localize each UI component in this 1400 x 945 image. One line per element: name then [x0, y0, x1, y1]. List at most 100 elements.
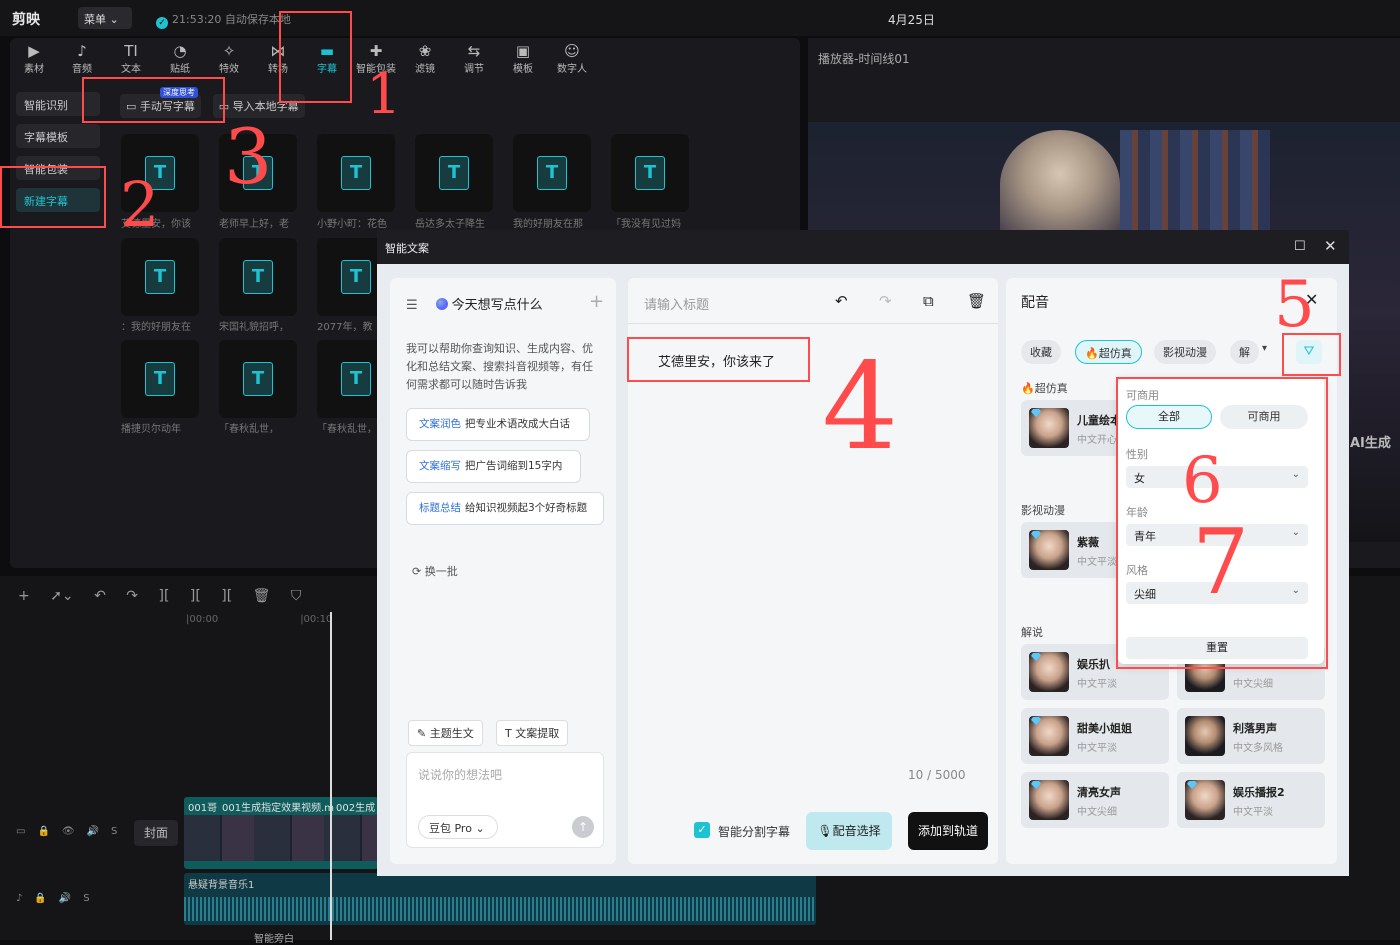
- topic-generate-chip[interactable]: ✎ 主题生文: [408, 720, 483, 746]
- voice-card[interactable]: 娱乐播报2 中文平淡: [1177, 772, 1325, 828]
- subtitle-thumb[interactable]: T: [611, 134, 689, 212]
- ai-intro-text: 我可以帮助你查询知识、生成内容、优化和总结文案、搜索抖音视频等，有任何需求都可以…: [406, 342, 593, 391]
- voice-card[interactable]: 清亮女声 中文尖细: [1021, 772, 1169, 828]
- ai-orb-icon: [435, 298, 448, 310]
- tool-audio[interactable]: ♪ 音频: [58, 42, 106, 75]
- thumb-label: 我的好朋友在那: [513, 219, 583, 230]
- main-toolbar: ▶ 素材 ♪ 音频 TI 文本 ◔ 贴纸 ✧ 特效 ⋈ 转场 ▬ 字幕 ✚ 智能包装 ❀ 滤镜 ⇆…: [10, 38, 800, 78]
- voice-tab-narration[interactable]: 解: [1230, 340, 1259, 364]
- subtitle-thumb[interactable]: T: [219, 238, 297, 316]
- voice-card[interactable]: 利落男声 中文多风格: [1177, 708, 1325, 764]
- refresh-suggestions-button[interactable]: ⟳ 换一批: [412, 563, 458, 579]
- tool-text[interactable]: TI 文本: [107, 42, 155, 75]
- thumb-label: 小野小町：花色: [317, 219, 387, 230]
- select-tool-icon[interactable]: ➚⌄: [50, 588, 73, 604]
- tts-clip-label: 智能旁白: [254, 934, 294, 945]
- preview-stained-glass: [1120, 130, 1270, 240]
- annotation-number: 2: [120, 168, 160, 241]
- send-button[interactable]: ↑: [572, 816, 594, 838]
- annotation-box-subtitle-tab: [279, 11, 352, 103]
- playhead[interactable]: [330, 612, 332, 940]
- voice-tab-hyperreal[interactable]: 🔥超仿真: [1075, 340, 1142, 364]
- filter-icon: ❀: [418, 42, 432, 60]
- annotation-box-script-text: [627, 337, 810, 382]
- subtitle-thumb[interactable]: T: [121, 238, 199, 316]
- timeline-toolbar: + ➚⌄ ↶ ↷ ][ ][ ][ 🗑 ⛉: [18, 588, 317, 604]
- add-to-track-button[interactable]: 添加到轨道: [908, 812, 988, 850]
- annotation-number: 4: [822, 338, 899, 477]
- time-ruler: |00:00 |00:10: [186, 614, 333, 625]
- tool-sticker[interactable]: ◔ 贴纸: [156, 42, 204, 75]
- voice-tab-film-anime[interactable]: 影视动漫: [1154, 340, 1216, 364]
- subtitle-thumb[interactable]: T: [121, 340, 199, 418]
- more-tabs-icon[interactable]: ▾: [1262, 343, 1267, 354]
- redo-icon[interactable]: ↷: [126, 588, 138, 604]
- clip-label: 001哥: [188, 803, 218, 814]
- sidebar-item-subtitle-template[interactable]: 字幕模板: [16, 124, 100, 148]
- model-select[interactable]: 豆包 Pro ⌄: [418, 815, 498, 839]
- menu-button[interactable]: 菜单 ⌄: [78, 7, 132, 29]
- dialog-title: 智能文案: [385, 242, 429, 255]
- suggestion-shorten[interactable]: 文案缩写 把广告词缩到15字内: [406, 450, 581, 483]
- ai-generated-label: AI生成: [1350, 436, 1391, 451]
- trash-icon[interactable]: 🗑: [967, 292, 986, 310]
- audio-clip[interactable]: [184, 873, 816, 925]
- tool-media[interactable]: ▶ 素材: [10, 42, 58, 75]
- tool-adjust[interactable]: ⇆ 调节: [450, 42, 498, 75]
- avatar: [1185, 716, 1225, 756]
- delete-icon[interactable]: 🗑: [253, 588, 271, 604]
- split-right-icon[interactable]: ][: [221, 588, 232, 604]
- undo-icon[interactable]: ↶: [94, 588, 106, 604]
- thumb-label: 老师早上好，老: [219, 219, 289, 230]
- voice-tab-favorites[interactable]: 收藏: [1021, 340, 1061, 364]
- voice-card[interactable]: 甜美小姐姐 中文平淡: [1021, 708, 1169, 764]
- split-icon[interactable]: ][: [158, 588, 169, 604]
- thumb-label: 宋国礼貌招呼，: [219, 322, 289, 333]
- subtitle-thumb[interactable]: T: [415, 134, 493, 212]
- undo-icon[interactable]: ↶: [835, 292, 848, 310]
- smart-pack-icon: ✚: [369, 42, 383, 60]
- subtitle-thumb[interactable]: T: [317, 134, 395, 212]
- section-narration: 解说: [1021, 626, 1043, 639]
- subtitle-thumb[interactable]: T: [513, 134, 591, 212]
- audio-clip-label: 悬疑背景音乐1: [188, 880, 255, 891]
- suggestion-polish[interactable]: 文案润色 把专业术语改成大白话: [406, 408, 590, 441]
- cover-button[interactable]: 封面: [134, 820, 178, 846]
- video-clip[interactable]: 001哥 001生成指定效果视频.m 002生成: [184, 797, 378, 869]
- add-icon[interactable]: +: [18, 588, 30, 604]
- tool-digital-human[interactable]: ☺ 数字人: [548, 42, 596, 75]
- shield-icon[interactable]: ⛉: [291, 588, 302, 604]
- split-left-icon[interactable]: ][: [190, 588, 201, 604]
- annotation-box-manual-subtitle: [82, 77, 225, 123]
- check-icon: ✓: [156, 17, 168, 29]
- media-icon: ▶: [28, 42, 40, 60]
- copy-extract-chip[interactable]: T 文案提取: [496, 720, 569, 746]
- suggestion-title[interactable]: 标题总结 给知识视频起3个好奇标题: [406, 492, 604, 525]
- thumb-label: ：我的好朋友在: [121, 322, 191, 333]
- annotation-number: 7: [1192, 510, 1250, 615]
- tool-template[interactable]: ▣ 模板: [499, 42, 547, 75]
- thumb-label: 「我没有见过妈: [611, 219, 681, 230]
- voice-select-button[interactable]: 🎙配音选择: [806, 812, 892, 850]
- close-icon[interactable]: ✕: [1324, 237, 1337, 255]
- new-chat-icon[interactable]: +: [589, 291, 604, 312]
- clip-label: 002生成: [336, 803, 376, 814]
- menu-icon[interactable]: ☰: [406, 298, 418, 313]
- thumb-label: 「春秋乱世，: [219, 424, 279, 435]
- tool-filter[interactable]: ❀ 滤镜: [401, 42, 449, 75]
- video-track-controls[interactable]: ▭🔒👁🔊S: [16, 826, 129, 837]
- copy-icon[interactable]: ⧉: [923, 292, 934, 310]
- section-hyperreal: 🔥超仿真: [1021, 382, 1068, 395]
- sticker-icon: ◔: [173, 42, 187, 60]
- tool-effects[interactable]: ✧ 特效: [205, 42, 253, 75]
- smart-split-checkbox[interactable]: ✓: [694, 822, 710, 838]
- annotation-number: 1: [366, 62, 402, 127]
- player-title: 播放器-时间线01: [818, 52, 910, 66]
- ai-prompt-placeholder: 说说你的想法吧: [418, 768, 503, 782]
- audio-track-controls[interactable]: ♪🔒🔊S: [16, 893, 102, 904]
- voice-pane-title: 配音: [1021, 295, 1049, 311]
- subtitle-thumb[interactable]: T: [219, 340, 297, 418]
- title-input[interactable]: 请输入标题: [644, 294, 709, 313]
- redo-icon[interactable]: ↷: [879, 292, 892, 310]
- maximize-icon[interactable]: ☐: [1294, 239, 1306, 254]
